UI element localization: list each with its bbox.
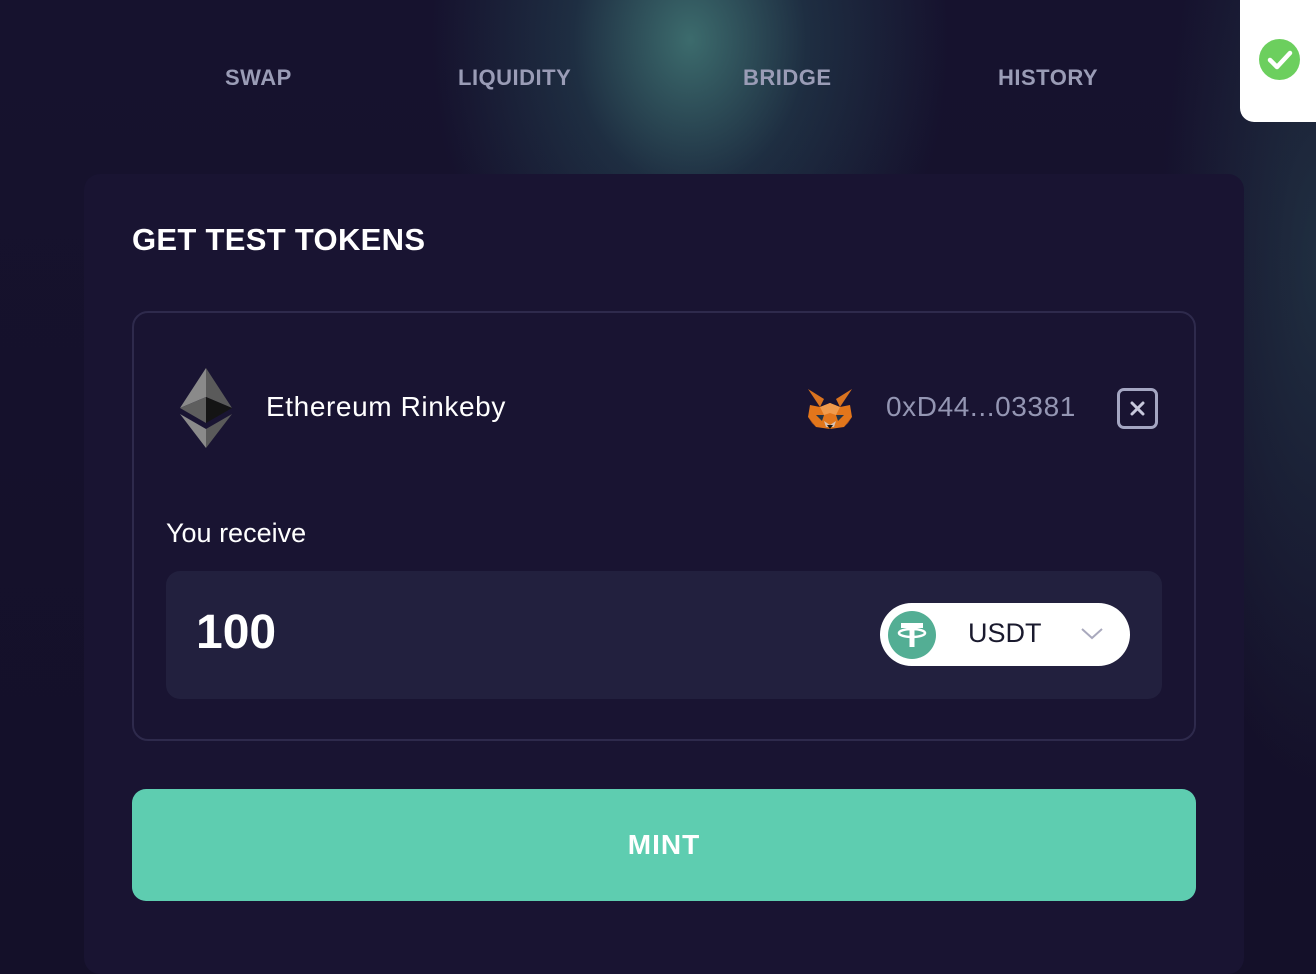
- tab-bridge[interactable]: BRIDGE: [743, 58, 832, 98]
- tab-swap[interactable]: SWAP: [225, 58, 292, 98]
- token-symbol: USDT: [968, 618, 1042, 648]
- receive-label: You receive: [166, 518, 307, 548]
- amount-input[interactable]: [196, 601, 796, 663]
- mint-button[interactable]: MINT: [132, 789, 1196, 901]
- metamask-fox-icon: [806, 387, 854, 431]
- token-select[interactable]: USDT: [880, 603, 1130, 666]
- network-name: Ethereum Rinkeby: [266, 391, 506, 422]
- top-nav: SWAP LIQUIDITY BRIDGE HISTORY: [0, 58, 1316, 98]
- get-test-tokens-card: GET TEST TOKENS Ethereum Rinkeby 0xD44..…: [84, 174, 1244, 974]
- amount-field: USDT: [166, 571, 1162, 699]
- wallet-address: 0xD44...03381: [886, 391, 1076, 422]
- mint-panel: Ethereum Rinkeby 0xD44...03381 You recei…: [132, 311, 1196, 741]
- card-title: GET TEST TOKENS: [132, 222, 426, 257]
- tab-history[interactable]: HISTORY: [998, 58, 1098, 98]
- tab-liquidity[interactable]: LIQUIDITY: [458, 58, 571, 98]
- chevron-down-icon: [1081, 628, 1103, 640]
- ethereum-icon: [178, 368, 234, 448]
- success-toast[interactable]: [1240, 0, 1316, 122]
- disconnect-wallet-button[interactable]: [1117, 388, 1158, 429]
- close-icon: [1130, 401, 1145, 416]
- usdt-tether-icon: [888, 611, 936, 659]
- check-circle-icon: [1259, 39, 1300, 80]
